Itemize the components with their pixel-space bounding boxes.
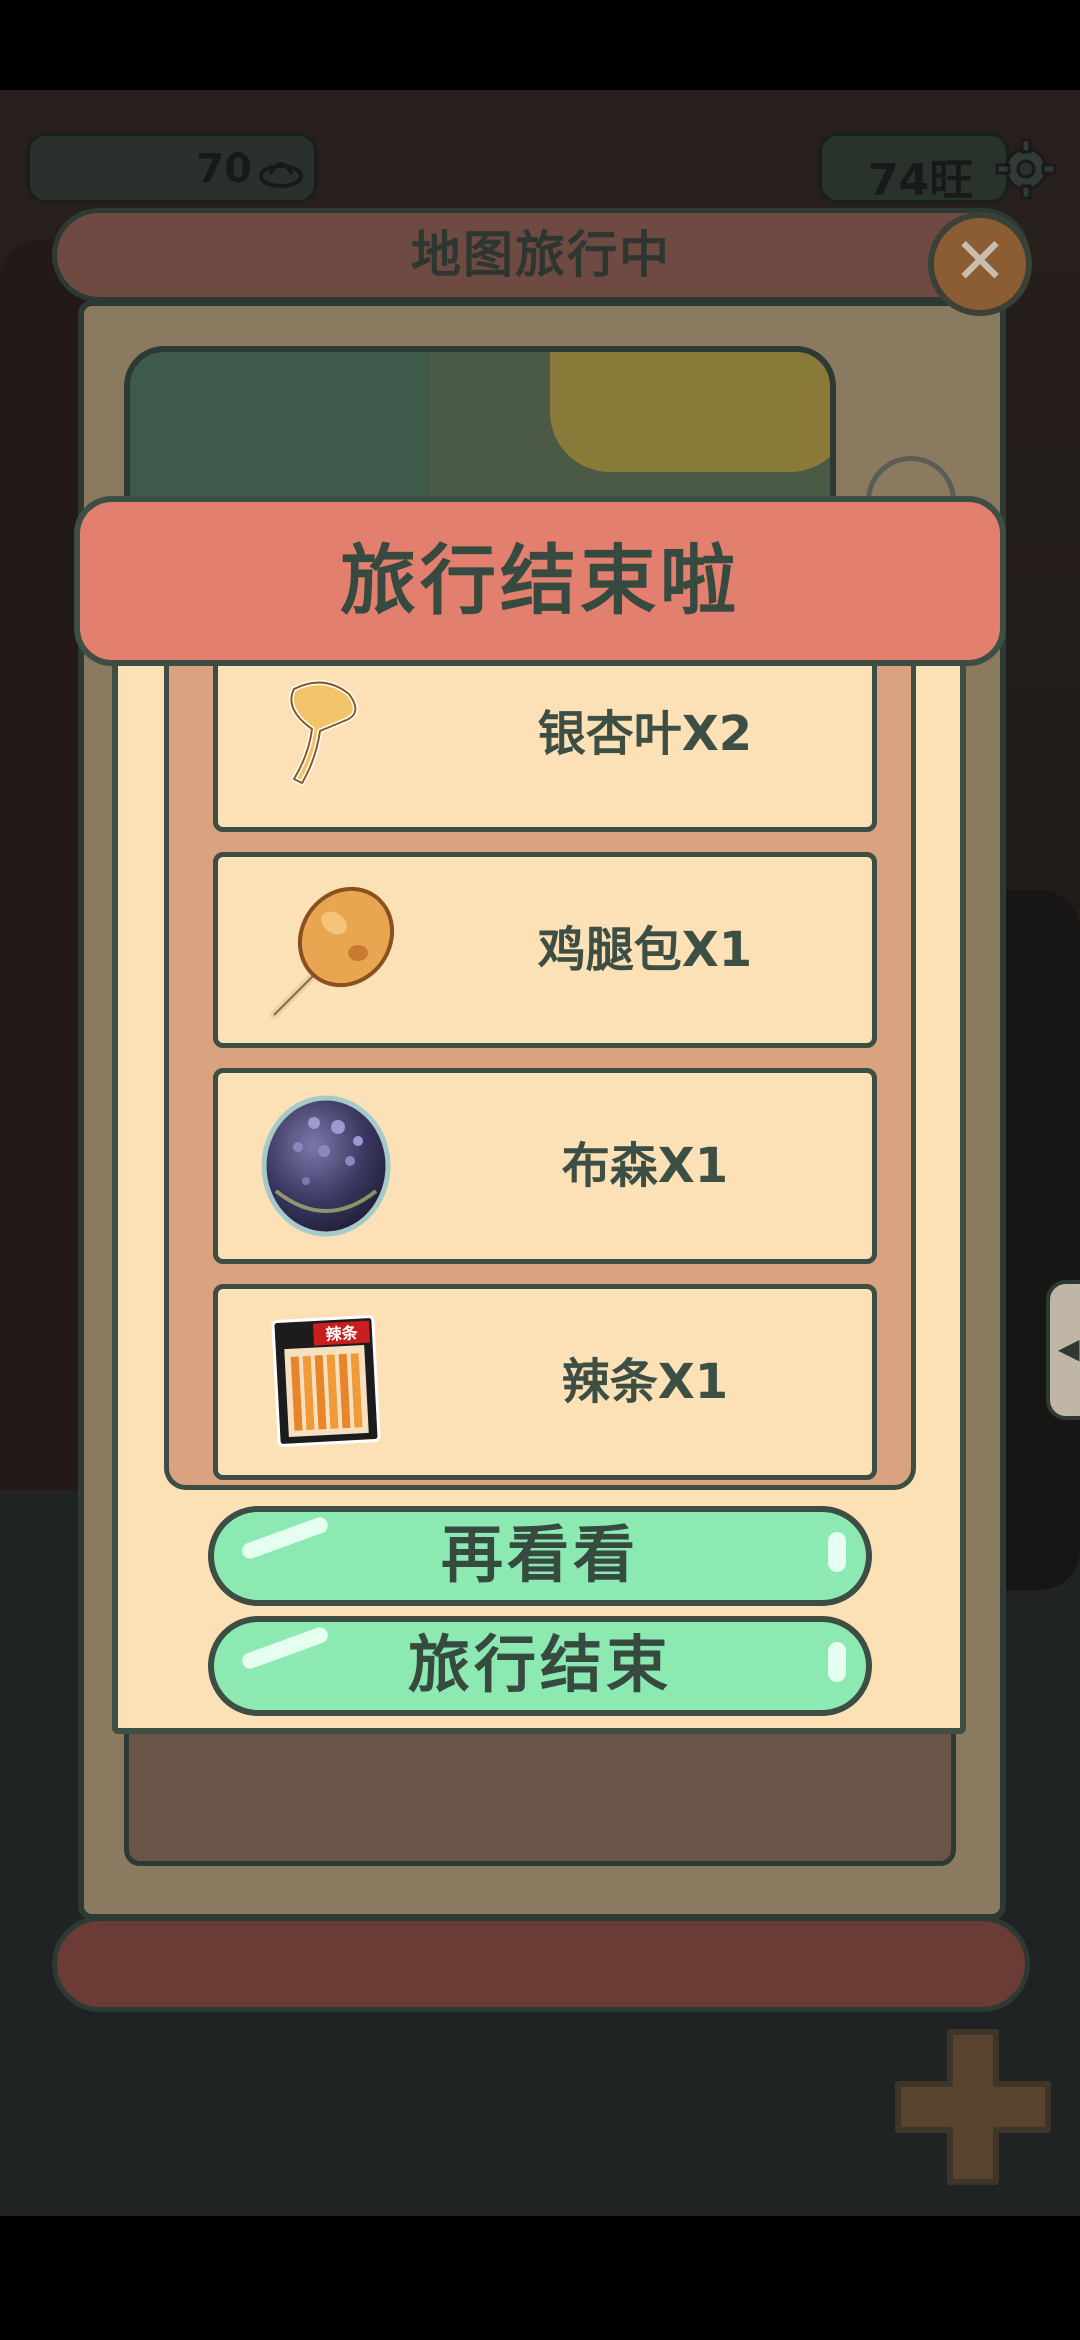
reward-item: 辣条 辣条X1 (213, 1284, 877, 1480)
popup-header: 旅行结束啦 (74, 496, 1006, 666)
travel-panel-header: 地图旅行中 (52, 208, 1030, 302)
purple-orb-icon (261, 1095, 391, 1237)
reward-list[interactable]: 银杏叶X2 鸡腿包X1 布森X1 辣条 辣条X1 (164, 658, 916, 1490)
chevron-left-icon: ◀ (1058, 1332, 1080, 1365)
reward-item: 布森X1 (213, 1068, 877, 1264)
spicy-strip-pack-icon: 辣条 (271, 1315, 381, 1447)
close-icon: ✕ (953, 225, 1007, 299)
ginkgo-leaf-icon (288, 680, 358, 786)
side-collapse-tab[interactable]: ◀ (1046, 1280, 1080, 1420)
look-again-label: 再看看 (440, 1518, 639, 1591)
reward-item: 鸡腿包X1 (213, 852, 877, 1048)
reward-label: 银杏叶X2 (537, 706, 753, 762)
end-travel-label: 旅行结束 (407, 1628, 672, 1701)
add-button[interactable] (888, 2022, 1058, 2192)
reward-label: 布森X1 (561, 1138, 729, 1194)
travel-panel-title: 地图旅行中 (411, 226, 671, 284)
end-travel-button[interactable]: 旅行结束 (208, 1616, 872, 1716)
reward-label: 辣条X1 (561, 1354, 729, 1410)
reward-label: 鸡腿包X1 (537, 922, 753, 978)
reward-item: 银杏叶X2 (213, 658, 877, 832)
spicy-strip-pack-text: 辣条 (325, 1323, 359, 1344)
close-button[interactable]: ✕ (928, 212, 1032, 316)
popup-title: 旅行结束啦 (340, 536, 740, 625)
look-again-button[interactable]: 再看看 (208, 1506, 872, 1606)
chicken-drumstick-icon (270, 886, 395, 1019)
travel-panel-footer (52, 1916, 1030, 2012)
